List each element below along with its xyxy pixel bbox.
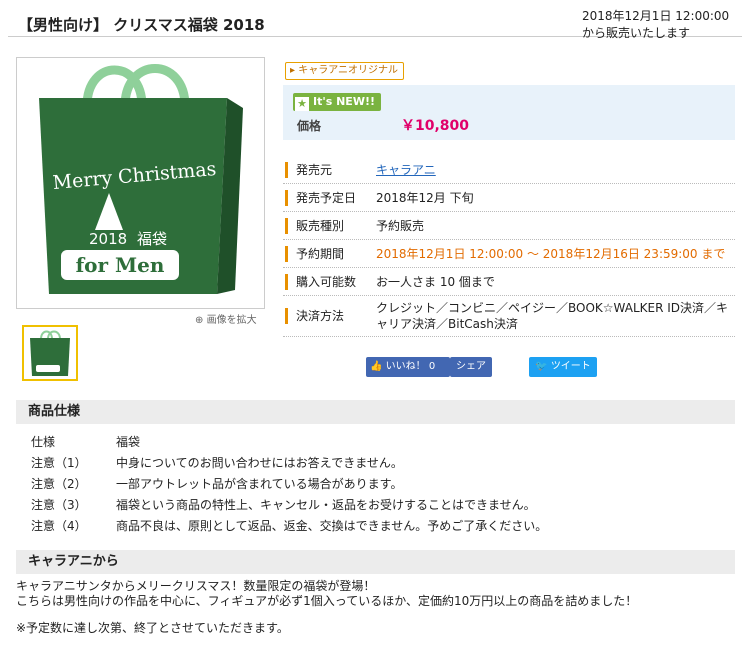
facebook-share-button[interactable]: シェア	[450, 357, 492, 377]
list-item: 注意（3） 福袋という商品の特性上、キャンセル・返品をお受けすることはできません。	[31, 498, 536, 512]
tweet-button[interactable]: 🐦 ツイート	[529, 357, 597, 377]
thumbs-up-icon: 👍	[370, 361, 383, 372]
fukubukuro-bag-image: Merry Christmas 2018 福袋 for Men	[39, 64, 243, 294]
section-spec-header: 商品仕様	[16, 400, 735, 424]
list-item: 仕様 福袋	[31, 435, 141, 449]
spec-list: 仕様 福袋 注意（1） 中身についてのお問い合わせにはお答えできません。 注意（2）…	[31, 432, 547, 537]
list-item: 注意（2） 一部アウトレット品が含まれている場合があります。	[31, 477, 403, 491]
twitter-bird-icon: 🐦	[535, 361, 548, 372]
list-item: 注意（4） 商品不良は、原則として返品、返金、交換はできません。予めご了承ください…	[31, 519, 548, 533]
spec-row-maker: 発売元 キャラアニ	[283, 156, 735, 184]
zoom-label: 画像を拡大	[206, 315, 257, 326]
star-icon: ★	[295, 97, 309, 111]
new-badge: ★ It's NEW!!	[293, 93, 381, 111]
price-label: 価格	[297, 119, 322, 133]
list-item: 注意（1） 中身についてのお問い合わせにはお答えできません。	[31, 456, 403, 470]
spec-table: 発売元 キャラアニ 発売予定日 2018年12月 下旬 販売種別 予約販売 予約…	[283, 156, 735, 337]
spec-row-period: 予約期間 2018年12月1日 12:00:00 ～ 2018年12月16日 2…	[283, 240, 735, 268]
spec-row-type: 販売種別 予約販売	[283, 212, 735, 240]
thumbnail[interactable]	[22, 325, 78, 381]
facebook-like-button[interactable]: 👍 いいね！ 0	[366, 357, 450, 377]
tag-icon: ▸	[290, 65, 296, 76]
description: キャラアニサンタからメリークリスマス！数量限定の福袋が登場！ こちらは男性向けの…	[16, 579, 638, 608]
page-title: 【男性向け】 クリスマス福袋 2018	[18, 16, 265, 34]
like-count: 0	[428, 361, 436, 372]
spec-row-release: 発売予定日 2018年12月 下旬	[283, 184, 735, 212]
maker-link[interactable]: キャラアニ	[376, 163, 436, 177]
product-image[interactable]: Merry Christmas 2018 福袋 for Men	[16, 57, 265, 309]
bag-label: for Men	[76, 253, 165, 277]
release-info: 2018年12月1日 12:00:00 から販売いたします	[582, 8, 729, 42]
thumbnail-image	[30, 330, 70, 376]
zoom-icon: ⊕	[195, 315, 204, 326]
bag-kanji: 福袋	[137, 230, 167, 248]
price-value: ￥10,800	[401, 118, 470, 134]
bag-year: 2018	[89, 230, 127, 248]
original-badge: ▸ キャラアニオリジナル	[285, 62, 405, 80]
spec-row-limit: 購入可能数 お一人さま 10 個まで	[283, 268, 735, 296]
release-date: 2018年12月1日 12:00:00	[582, 9, 730, 23]
note: ※予定数に達し次第、終了とさせていただきます。	[16, 621, 289, 635]
zoom-link[interactable]: ⊕ 画像を拡大	[195, 311, 257, 326]
section-message-header: キャラアニから	[16, 550, 735, 574]
release-note: から販売いたします	[582, 26, 691, 40]
price-box: ★ It's NEW!! 価格 ￥10,800	[283, 85, 735, 140]
spec-row-payment: 決済方法 クレジット／コンビニ／ペイジー／BOOK☆WALKER ID決済／キャ…	[283, 296, 735, 337]
